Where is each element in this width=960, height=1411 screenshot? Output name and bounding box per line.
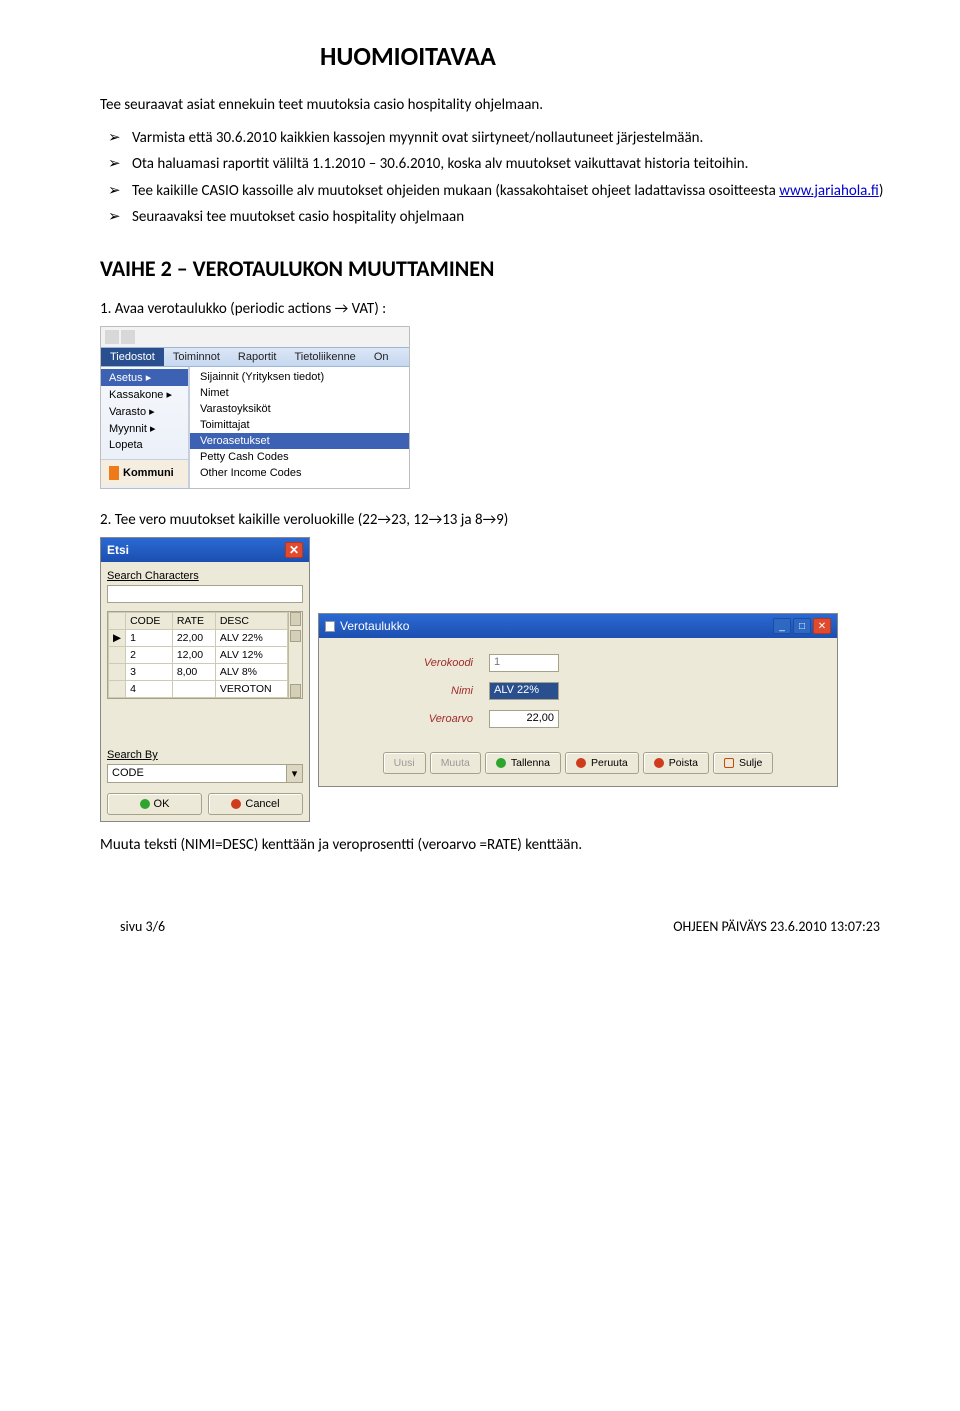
submenu-sijainnit[interactable]: Sijainnit (Yrityksen tiedot) bbox=[190, 369, 409, 385]
menu-toiminnot[interactable]: Toiminnot bbox=[164, 348, 229, 366]
bullet-list: Varmista että 30.6.2010 kaikkien kassoje… bbox=[100, 128, 900, 227]
minus-icon bbox=[654, 758, 664, 768]
veroarvo-field[interactable]: 22,00 bbox=[489, 710, 559, 728]
scroll-down-icon[interactable] bbox=[290, 684, 301, 698]
kommuni-icon bbox=[109, 466, 119, 480]
window-icon bbox=[325, 621, 335, 632]
menu-tietoliikenne[interactable]: Tietoliikenne bbox=[285, 348, 364, 366]
submenu-varasto[interactable]: Varasto ▸ bbox=[101, 403, 188, 420]
scrollbar[interactable] bbox=[288, 612, 302, 698]
combo-value: CODE bbox=[108, 765, 286, 782]
etsi-title: Etsi bbox=[107, 543, 129, 557]
close-icon[interactable]: ✕ bbox=[813, 618, 831, 634]
veroarvo-label: Veroarvo bbox=[343, 713, 473, 725]
search-input[interactable] bbox=[107, 585, 303, 603]
section-heading: VAIHE 2 – VEROTAULUKON MUUTTAMINEN bbox=[100, 255, 900, 282]
etsi-titlebar: Etsi ✕ bbox=[101, 538, 309, 562]
table-row[interactable]: 212,00ALV 12% bbox=[109, 647, 288, 664]
page-footer: sivu 3/6 OHJEEN PÄIVÄYS 23.6.2010 13:07:… bbox=[100, 918, 900, 935]
ok-button[interactable]: OK bbox=[107, 793, 202, 815]
after-text: Muuta teksti (NIMI=DESC) kenttään ja ver… bbox=[100, 836, 900, 854]
submenu-pettycash[interactable]: Petty Cash Codes bbox=[190, 449, 409, 465]
menu-cutoff[interactable]: On bbox=[365, 348, 398, 366]
bullet-text: ) bbox=[879, 182, 884, 200]
footer-page: sivu 3/6 bbox=[120, 918, 165, 935]
intro-text: Tee seuraavat asiat ennekuin teet muutok… bbox=[100, 96, 900, 114]
poista-button[interactable]: Poista bbox=[643, 752, 709, 774]
nimi-field[interactable]: ALV 22% bbox=[489, 682, 559, 700]
menu-tiedostot[interactable]: Tiedostot bbox=[101, 348, 164, 366]
tallenna-button[interactable]: Tallenna bbox=[485, 752, 561, 774]
page-title: HUOMIOITAVAA bbox=[320, 40, 900, 72]
submenu-veroasetukset[interactable]: Veroasetukset bbox=[190, 433, 409, 449]
check-icon bbox=[140, 799, 150, 809]
step-2: 2. Tee vero muutokset kaikille veroluoki… bbox=[100, 511, 900, 529]
chevron-down-icon[interactable]: ▾ bbox=[286, 765, 302, 782]
bullet-item: Varmista että 30.6.2010 kaikkien kassoje… bbox=[100, 128, 900, 148]
screenshot-menu: Tiedostot Toiminnot Raportit Tietoliiken… bbox=[100, 326, 410, 489]
bullet-item: Tee kaikille CASIO kassoille alv muutoks… bbox=[100, 181, 900, 201]
col-rate[interactable]: RATE bbox=[172, 613, 215, 630]
app-toolbar-icons bbox=[101, 327, 409, 347]
submenu-otherincome[interactable]: Other Income Codes bbox=[190, 465, 409, 481]
link-jariahola[interactable]: www.jariahola.fi bbox=[779, 182, 879, 200]
verotaulukko-titlebar: Verotaulukko _ □ ✕ bbox=[319, 614, 837, 638]
submenu-nimet[interactable]: Nimet bbox=[190, 385, 409, 401]
verokoodi-field[interactable]: 1 bbox=[489, 654, 559, 672]
submenu-lopeta[interactable]: Lopeta bbox=[101, 437, 188, 453]
col-desc[interactable]: DESC bbox=[215, 613, 287, 630]
footer-date: OHJEEN PÄIVÄYS 23.6.2010 13:07:23 bbox=[673, 918, 880, 935]
menu-raportit[interactable]: Raportit bbox=[229, 348, 286, 366]
scroll-thumb[interactable] bbox=[290, 630, 301, 642]
kommuni-button[interactable]: Kommuni bbox=[101, 459, 188, 486]
bullet-text: Tee kaikille CASIO kassoille alv muutoks… bbox=[132, 182, 779, 200]
table-row[interactable]: ▶122,00ALV 22% bbox=[109, 630, 288, 647]
close-icon[interactable]: ✕ bbox=[285, 542, 303, 558]
verotaulukko-window: Verotaulukko _ □ ✕ Verokoodi 1 Nimi ALV … bbox=[318, 613, 838, 787]
table-row[interactable]: 4VEROTON bbox=[109, 681, 288, 698]
nimi-label: Nimi bbox=[343, 685, 473, 697]
submenu-asetus[interactable]: Asetus ▸ bbox=[101, 369, 188, 386]
minimize-icon[interactable]: _ bbox=[773, 618, 791, 634]
bullet-item: Seuraavaksi tee muutokset casio hospital… bbox=[100, 207, 900, 227]
cancel-button[interactable]: Cancel bbox=[208, 793, 303, 815]
verokoodi-label: Verokoodi bbox=[343, 657, 473, 669]
verotaulukko-toolbar: Uusi Muuta Tallenna Peruuta Poista Sulje bbox=[343, 752, 813, 774]
check-icon bbox=[496, 758, 506, 768]
search-by-combo[interactable]: CODE ▾ bbox=[107, 764, 303, 783]
submenu-right: Sijainnit (Yrityksen tiedot) Nimet Varas… bbox=[189, 367, 409, 488]
x-icon bbox=[231, 799, 241, 809]
row-header bbox=[109, 613, 126, 630]
submenu-myynnit[interactable]: Myynnit ▸ bbox=[101, 420, 188, 437]
peruuta-button[interactable]: Peruuta bbox=[565, 752, 639, 774]
table-row[interactable]: 38,00ALV 8% bbox=[109, 664, 288, 681]
muuta-button[interactable]: Muuta bbox=[430, 752, 481, 774]
submenu-left: Asetus ▸ Kassakone ▸ Varasto ▸ Myynnit ▸… bbox=[101, 367, 189, 488]
submenu-toimittajat[interactable]: Toimittajat bbox=[190, 417, 409, 433]
submenu-kassakone[interactable]: Kassakone ▸ bbox=[101, 386, 188, 403]
bullet-item: Ota haluamasi raportit väliltä 1.1.2010 … bbox=[100, 154, 900, 174]
uusi-button[interactable]: Uusi bbox=[383, 752, 426, 774]
maximize-icon[interactable]: □ bbox=[793, 618, 811, 634]
x-icon bbox=[576, 758, 586, 768]
menubar: Tiedostot Toiminnot Raportit Tietoliiken… bbox=[101, 347, 409, 367]
col-code[interactable]: CODE bbox=[126, 613, 173, 630]
sulje-button[interactable]: Sulje bbox=[713, 752, 773, 774]
step-1: 1. Avaa verotaulukko (periodic actions →… bbox=[100, 300, 900, 318]
etsi-window: Etsi ✕ Search Characters CODE RATE DESC … bbox=[100, 537, 310, 822]
verotaulukko-title: Verotaulukko bbox=[340, 619, 409, 633]
search-chars-label: Search Characters bbox=[107, 570, 303, 582]
exit-icon bbox=[724, 758, 734, 768]
submenu-varastoyksikot[interactable]: Varastoyksiköt bbox=[190, 401, 409, 417]
scroll-up-icon[interactable] bbox=[290, 612, 301, 626]
results-table: CODE RATE DESC ▶122,00ALV 22% 212,00ALV … bbox=[107, 611, 303, 699]
search-by-label: Search By bbox=[107, 749, 303, 761]
